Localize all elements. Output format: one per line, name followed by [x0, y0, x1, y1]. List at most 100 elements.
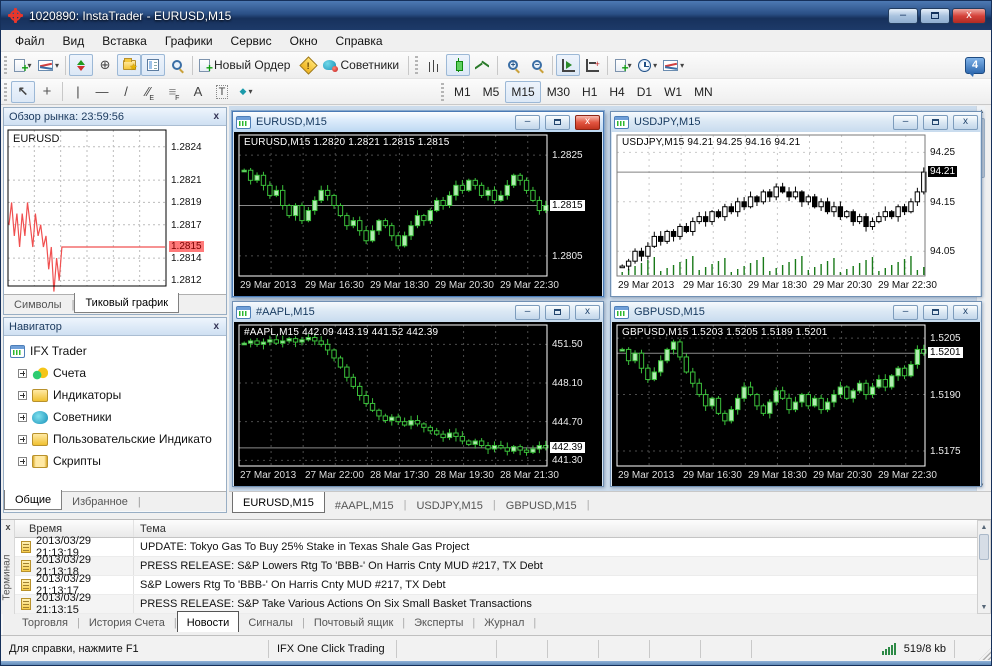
- terminal-close-icon[interactable]: x: [2, 521, 14, 533]
- chart-window-titlebar[interactable]: EURUSD,M15 – x: [233, 112, 603, 132]
- news-row[interactable]: 2013/03/29 21:13:18 PRESS RELEASE: S&P Lo…: [15, 554, 977, 578]
- menu-item-4[interactable]: Сервис: [222, 32, 281, 50]
- cursor-tool[interactable]: ↖: [11, 80, 35, 103]
- market-watch-close-icon[interactable]: x: [211, 111, 221, 122]
- profiles-button[interactable]: ▾: [35, 54, 62, 76]
- maximize-button[interactable]: [920, 7, 950, 24]
- terminal-tab-0[interactable]: Торговля: [13, 614, 77, 632]
- tick-chart[interactable]: EURUSD 1.2824 1.2821 1.2819 1.2817 1.2814 1.2…: [4, 126, 226, 294]
- chart-minimize-button[interactable]: –: [893, 304, 918, 320]
- zoom-out-button[interactable]: −: [525, 54, 549, 76]
- timeframe-mn[interactable]: MN: [688, 81, 719, 103]
- chart-canvas[interactable]: USDJPY,M15 94.21 94.25 94.16 94.21 94.25 9…: [612, 132, 980, 296]
- auto-scroll-button[interactable]: [556, 54, 581, 76]
- chart-tab-2[interactable]: USDJPY,M15: [406, 497, 492, 515]
- scroll-down-icon[interactable]: ▼: [978, 601, 990, 613]
- terminal-scrollbar[interactable]: ▲ ▼: [977, 520, 991, 614]
- expand-plus-icon[interactable]: [18, 456, 27, 466]
- chart-window-titlebar[interactable]: GBPUSD,M15 – x: [611, 302, 981, 322]
- menu-item-3[interactable]: Графики: [156, 32, 222, 50]
- navigator-item-4[interactable]: Скрипты: [10, 450, 226, 472]
- timeframe-m30[interactable]: M30: [541, 81, 576, 103]
- chart-tab-3[interactable]: GBPUSD,M15: [496, 497, 587, 515]
- minimize-button[interactable]: –: [888, 7, 918, 24]
- news-row[interactable]: 2013/03/29 21:13:15 PRESS RELEASE: S&P Ta…: [15, 592, 977, 614]
- templates-button[interactable]: ▾: [660, 54, 687, 76]
- menu-item-1[interactable]: Вид: [54, 32, 94, 50]
- terminal-toggle[interactable]: [141, 54, 166, 76]
- channel-tool[interactable]: ∕∕ E: [138, 81, 162, 103]
- bar-chart-mode-button[interactable]: [422, 54, 446, 76]
- chart-canvas[interactable]: #AAPL,M15 442.09 443.19 441.52 442.39 451…: [234, 322, 602, 486]
- toolbar-grip[interactable]: [4, 82, 7, 101]
- navigator-item-0[interactable]: Счета: [10, 362, 226, 384]
- timeframe-h4[interactable]: H4: [603, 81, 630, 103]
- navigator-item-1[interactable]: Индикаторы: [10, 384, 226, 406]
- chart-canvas[interactable]: EURUSD,M15 1.2820 1.2821 1.2815 1.2815 1.…: [234, 132, 602, 296]
- new-chart-button[interactable]: + ▾: [11, 54, 35, 76]
- status-one-click-trading[interactable]: IFX One Click Trading: [269, 640, 397, 658]
- toolbar-grip[interactable]: [441, 82, 444, 101]
- navigator-root[interactable]: IFX Trader: [10, 340, 226, 362]
- chart-canvas[interactable]: GBPUSD,M15 1.5203 1.5205 1.5189 1.5201 1.…: [612, 322, 980, 486]
- expand-plus-icon[interactable]: [18, 434, 27, 444]
- timeframe-w1[interactable]: W1: [658, 81, 688, 103]
- terminal-tab-4[interactable]: Почтовый ящик: [305, 614, 402, 632]
- chart-tab-1[interactable]: #AAPL,M15: [325, 497, 404, 515]
- indicators-button[interactable]: + ▾: [611, 54, 635, 76]
- new-order-button[interactable]: + Новый Ордер: [196, 54, 296, 76]
- horizontal-line-tool[interactable]: —: [90, 81, 114, 103]
- expand-plus-icon[interactable]: [18, 368, 27, 378]
- timeframe-m1[interactable]: M1: [448, 81, 477, 103]
- chart-restore-button[interactable]: [545, 304, 570, 320]
- experts-button[interactable]: Советники: [320, 54, 405, 76]
- resize-grip[interactable]: [979, 647, 991, 660]
- navigator-close-icon[interactable]: x: [211, 321, 221, 332]
- timeframe-m5[interactable]: M5: [477, 81, 506, 103]
- chart-restore-button[interactable]: [545, 114, 570, 130]
- scroll-up-icon[interactable]: ▲: [978, 521, 990, 533]
- menu-item-0[interactable]: Файл: [6, 32, 54, 50]
- chart-close-button[interactable]: x: [953, 114, 978, 130]
- window-titlebar[interactable]: 1020890: InstaTrader - EURUSD,M15 – x: [1, 1, 991, 30]
- close-button[interactable]: x: [952, 7, 986, 24]
- scrollbar-thumb[interactable]: [979, 534, 989, 560]
- chart-restore-button[interactable]: [923, 114, 948, 130]
- chart-close-button[interactable]: x: [575, 304, 600, 320]
- line-chart-mode-button[interactable]: [470, 54, 494, 76]
- arrows-tool[interactable]: ◆ ▾: [234, 81, 258, 103]
- trendline-tool[interactable]: /: [114, 81, 138, 103]
- chart-minimize-button[interactable]: –: [893, 114, 918, 130]
- market-watch-toggle[interactable]: [69, 54, 94, 76]
- menu-item-5[interactable]: Окно: [281, 32, 327, 50]
- terminal-tab-1[interactable]: История Счета: [80, 614, 174, 632]
- market-watch-tab-0[interactable]: Символы: [4, 297, 72, 314]
- zoom-in-button[interactable]: +: [501, 54, 525, 76]
- navigator-tab-1[interactable]: Избранное: [62, 494, 138, 511]
- chart-close-button[interactable]: x: [575, 114, 600, 130]
- toolbar-grip[interactable]: [415, 56, 419, 74]
- chart-shift-button[interactable]: [580, 54, 604, 76]
- column-topic[interactable]: Тема: [134, 523, 977, 535]
- news-row[interactable]: 2013/03/29 21:13:19 UPDATE: Tokyo Gas To …: [15, 535, 977, 559]
- text-label-tool[interactable]: T: [210, 81, 234, 103]
- data-window-button[interactable]: ⊕: [93, 54, 117, 76]
- fibonacci-tool[interactable]: ≡ F: [162, 81, 186, 103]
- text-tool[interactable]: A: [186, 81, 210, 103]
- navigator-tab-0[interactable]: Общие: [4, 490, 63, 510]
- chart-minimize-button[interactable]: –: [515, 114, 540, 130]
- menu-item-6[interactable]: Справка: [327, 32, 392, 50]
- timeframe-d1[interactable]: D1: [631, 81, 658, 103]
- news-table-header[interactable]: Время Тема: [15, 520, 977, 538]
- chart-close-button[interactable]: x: [953, 304, 978, 320]
- candlestick-mode-button[interactable]: [446, 54, 471, 76]
- news-counter-badge[interactable]: 4: [965, 56, 985, 77]
- terminal-tab-5[interactable]: Эксперты: [405, 614, 472, 632]
- expand-plus-icon[interactable]: [18, 390, 27, 400]
- market-watch-tab-1[interactable]: Тиковый график: [74, 293, 180, 313]
- navigator-toggle[interactable]: ★: [117, 54, 142, 76]
- menu-item-2[interactable]: Вставка: [93, 32, 156, 50]
- news-row[interactable]: 2013/03/29 21:13:17 S&P Lowers Rtg To 'BB…: [15, 573, 977, 597]
- navigator-item-2[interactable]: Советники: [10, 406, 226, 428]
- chart-minimize-button[interactable]: –: [515, 304, 540, 320]
